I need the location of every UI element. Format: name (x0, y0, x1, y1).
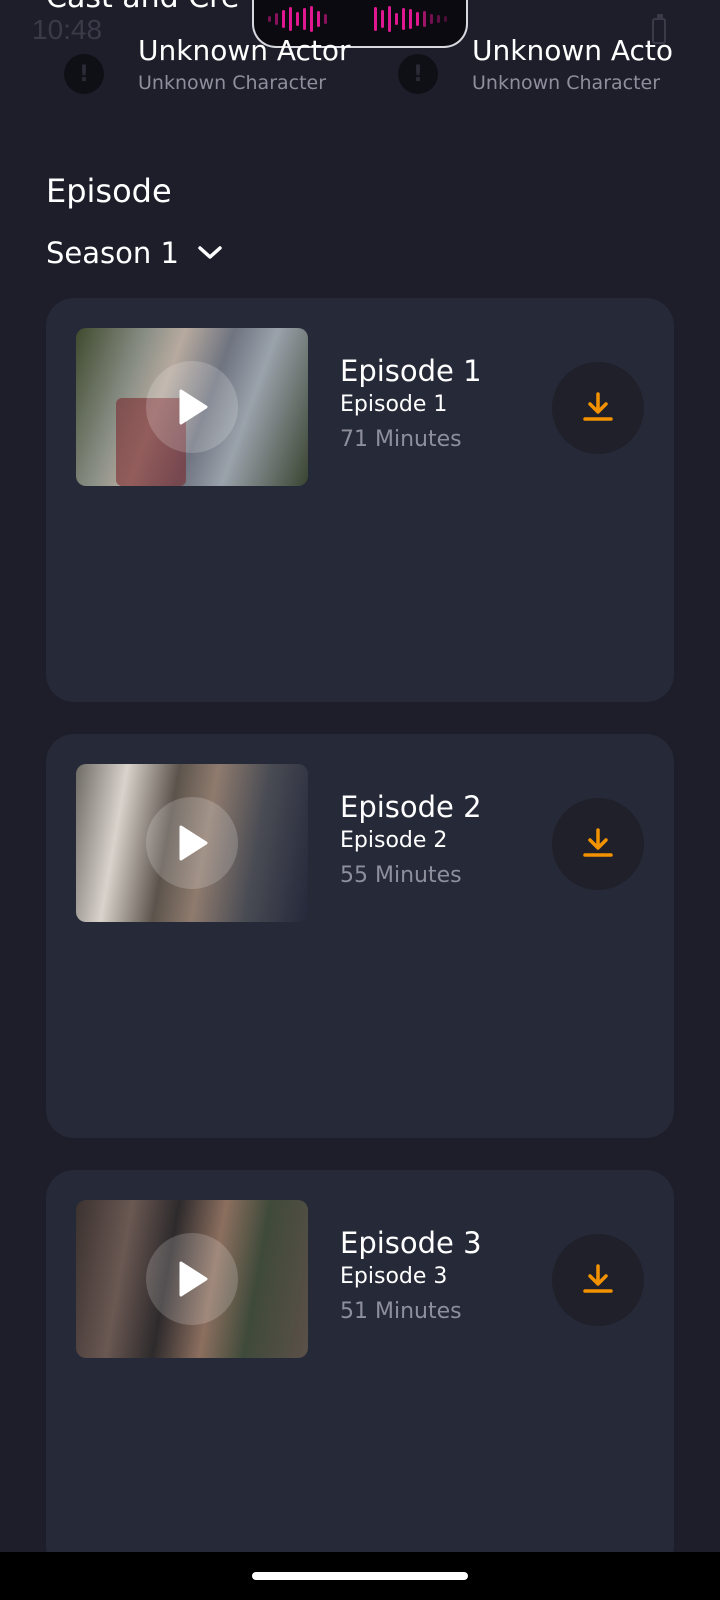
episode-title: Episode 1 (340, 354, 482, 388)
episode-title: Episode 2 (340, 790, 482, 824)
episode-thumbnail[interactable] (76, 764, 308, 922)
alert-icon (398, 54, 438, 94)
download-icon (583, 1264, 613, 1293)
season-selector-label: Season 1 (46, 236, 179, 270)
episode-card[interactable]: Episode 2 Episode 2 55 Minutes (46, 734, 674, 1138)
episode-duration: 51 Minutes (340, 1299, 462, 1324)
episode-duration: 71 Minutes (340, 427, 462, 452)
chevron-down-icon (198, 246, 222, 259)
play-button[interactable] (146, 1233, 238, 1325)
play-icon (179, 1261, 208, 1297)
episode-thumbnail[interactable] (76, 328, 308, 486)
alert-icon (64, 54, 104, 94)
play-button[interactable] (146, 797, 238, 889)
cast-actor-name: Unknown Actor (138, 34, 351, 67)
cast-character-name: Unknown Character (472, 72, 661, 94)
episode-card[interactable]: Episode 1 Episode 1 71 Minutes (46, 298, 674, 702)
episodes-heading: Episode (46, 172, 172, 210)
download-button[interactable] (552, 798, 644, 890)
episode-duration: 55 Minutes (340, 863, 462, 888)
play-icon (179, 825, 208, 861)
episode-title: Episode 3 (340, 1226, 482, 1260)
cast-item[interactable]: Unknown Acto Unknown Character (398, 34, 720, 104)
play-button[interactable] (146, 361, 238, 453)
cast-character-name: Unknown Character (138, 72, 327, 94)
cast-actor-name: Unknown Acto (472, 34, 674, 67)
episode-thumbnail[interactable] (76, 1200, 308, 1358)
episode-subtitle: Episode 1 (340, 392, 448, 417)
download-button[interactable] (552, 1234, 644, 1326)
voice-wave-icon (374, 6, 447, 32)
episode-card[interactable]: Episode 3 Episode 3 51 Minutes (46, 1170, 674, 1574)
system-navigation-bar (0, 1552, 720, 1600)
status-time: 10:48 (32, 14, 103, 45)
episode-subtitle: Episode 2 (340, 828, 448, 853)
home-indicator[interactable] (252, 1572, 468, 1580)
download-icon (583, 828, 613, 857)
cast-section-title: Cast and Cre (46, 0, 239, 15)
voice-wave-icon (268, 6, 327, 32)
play-icon (179, 389, 208, 425)
download-button[interactable] (552, 362, 644, 454)
season-selector[interactable]: Season 1 (46, 236, 223, 270)
download-icon (583, 392, 613, 421)
episode-subtitle: Episode 3 (340, 1264, 448, 1289)
